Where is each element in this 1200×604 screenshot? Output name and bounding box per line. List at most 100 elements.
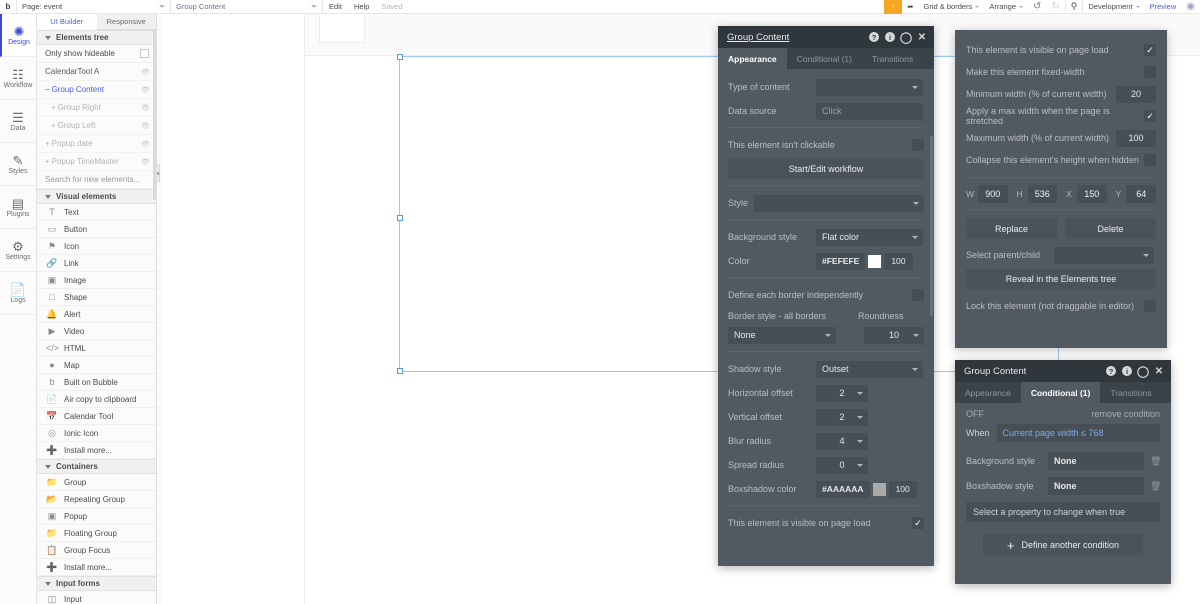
tree-item-group-content[interactable]: – Group Content 👁: [37, 81, 156, 99]
redo-icon[interactable]: ↻: [1046, 0, 1064, 14]
search-elements-input[interactable]: Search for new elements...: [37, 171, 156, 189]
replace-button[interactable]: Replace: [966, 218, 1057, 239]
comment-icon[interactable]: ◯: [1137, 366, 1149, 378]
eye-icon[interactable]: 👁: [141, 122, 150, 130]
section-visual-elements[interactable]: Visual elements: [37, 189, 156, 204]
start-edit-workflow-button[interactable]: Start/Edit workflow: [728, 159, 924, 179]
element-button[interactable]: ▭ Button: [37, 221, 156, 238]
eye-icon[interactable]: 👁: [141, 68, 150, 76]
panel-collapse-handle[interactable]: ◂: [155, 164, 160, 182]
expand-toggle-icon[interactable]: +: [51, 103, 56, 112]
reveal-in-elements-tree-button[interactable]: Reveal in the Elements tree: [966, 269, 1156, 289]
appearance-property-panel[interactable]: Group Content ? i ◯ ✕ Appearance Conditi…: [718, 26, 934, 566]
expand-toggle-icon[interactable]: +: [51, 121, 56, 130]
element-map[interactable]: ● Map: [37, 357, 156, 374]
rail-item-settings[interactable]: ⚙ Settings: [0, 229, 36, 272]
preview-button[interactable]: Preview: [1145, 0, 1182, 14]
element-repeating-group[interactable]: 📂 Repeating Group: [37, 491, 156, 508]
element-ionic-icon[interactable]: ◎ Ionic Icon: [37, 425, 156, 442]
element-selector[interactable]: Group Content: [171, 0, 323, 14]
account-icon[interactable]: ◉: [1181, 0, 1200, 14]
help-icon[interactable]: ?: [869, 32, 879, 42]
collapse-toggle-icon[interactable]: –: [45, 85, 49, 94]
cursor-icon[interactable]: ➦: [902, 0, 918, 14]
conditional-property-panel[interactable]: Group Content ? i ◯ ✕ Appearance Conditi…: [955, 360, 1171, 584]
element-link[interactable]: 🔗 Link: [37, 255, 156, 272]
data-source-field[interactable]: Click: [816, 102, 923, 120]
section-input-forms[interactable]: Input forms: [37, 576, 156, 591]
section-elements-tree[interactable]: Elements tree: [37, 30, 156, 45]
resize-handle-middle-left[interactable]: [397, 215, 403, 221]
only-show-hideable-checkbox[interactable]: [140, 49, 149, 58]
bubble-logo-icon[interactable]: b: [0, 0, 16, 14]
search-icon[interactable]: ⚲: [1066, 0, 1083, 14]
element-built-on-bubble[interactable]: b Built on Bubble: [37, 374, 156, 391]
select-property-dropdown[interactable]: Select a property to change when true: [966, 502, 1160, 522]
height-input[interactable]: 536: [1027, 185, 1058, 203]
expand-toggle-icon[interactable]: +: [45, 157, 50, 166]
menu-help[interactable]: Help: [348, 0, 375, 14]
element-image[interactable]: ▣ Image: [37, 272, 156, 289]
x-input[interactable]: 150: [1077, 185, 1107, 203]
element-install-more-visual[interactable]: ➕ Install more...: [37, 442, 156, 459]
rail-item-styles[interactable]: ✎ Styles: [0, 143, 36, 186]
tree-item-group-left[interactable]: + Group Left 👁: [37, 117, 156, 135]
props-min-width-input[interactable]: 20: [1116, 85, 1156, 103]
type-of-content-dropdown[interactable]: [816, 78, 923, 96]
roundness-dropdown[interactable]: 10: [864, 326, 924, 344]
tree-item-group-right[interactable]: + Group Right 👁: [37, 99, 156, 117]
when-expression-field[interactable]: Current page width ≤ 768: [996, 424, 1160, 442]
tab-responsive[interactable]: Responsive: [96, 14, 156, 30]
element-popup[interactable]: ▣ Popup: [37, 508, 156, 525]
tree-item-popup-date[interactable]: + Popup date 👁: [37, 135, 156, 153]
undo-icon[interactable]: ↺: [1028, 0, 1046, 14]
color-hex-value[interactable]: #FEFEFE: [816, 252, 866, 270]
visible-on-page-load-checkbox[interactable]: ✓: [912, 517, 924, 529]
boxshadow-opacity-value[interactable]: 100: [888, 480, 917, 498]
help-icon[interactable]: ?: [1106, 366, 1116, 376]
delete-background-style-icon[interactable]: 🗑: [1150, 456, 1161, 467]
boxshadow-color-swatch[interactable]: [872, 482, 886, 496]
tree-item-popup-timemaster[interactable]: + Popup TimeMaster 👁: [37, 153, 156, 171]
element-input[interactable]: ◫ Input: [37, 591, 156, 604]
cond-boxshadow-style-dropdown[interactable]: None: [1048, 477, 1144, 495]
upgrade-button[interactable]: ↑: [884, 0, 903, 14]
define-another-condition-button[interactable]: + Define another condition: [983, 534, 1143, 556]
color-opacity-value[interactable]: 100: [884, 252, 913, 270]
blur-radius-dropdown[interactable]: 4: [816, 432, 868, 450]
background-style-dropdown[interactable]: Flat color: [816, 228, 923, 246]
color-field[interactable]: #FEFEFE 100: [816, 252, 913, 270]
define-each-border-checkbox[interactable]: [912, 289, 924, 301]
y-input[interactable]: 64: [1126, 185, 1156, 203]
rail-item-plugins[interactable]: ▤ Plugins: [0, 186, 36, 229]
color-swatch[interactable]: [868, 254, 882, 268]
eye-icon[interactable]: 👁: [141, 104, 150, 112]
eye-icon[interactable]: 👁: [141, 158, 150, 166]
not-clickable-checkbox[interactable]: [912, 139, 924, 151]
element-shape[interactable]: □ Shape: [37, 289, 156, 306]
horizontal-offset-dropdown[interactable]: 2: [816, 384, 868, 402]
element-group-focus[interactable]: 📋 Group Focus: [37, 542, 156, 559]
element-alert[interactable]: 🔔 Alert: [37, 306, 156, 323]
tree-item-calendartool-a[interactable]: CalendarTool A 👁: [37, 63, 156, 81]
page-selector[interactable]: Page: event: [16, 0, 171, 14]
branch-selector[interactable]: Development: [1083, 0, 1144, 14]
shadow-style-dropdown[interactable]: Outset: [816, 360, 923, 378]
element-text[interactable]: T Text: [37, 204, 156, 221]
panel-header[interactable]: Group Content ? i ◯ ✕: [718, 26, 934, 48]
props-collapse-height-checkbox[interactable]: [1144, 154, 1156, 166]
resize-handle-bottom-left[interactable]: [397, 368, 403, 374]
element-html[interactable]: </> HTML: [37, 340, 156, 357]
spread-radius-dropdown[interactable]: 0: [816, 456, 868, 474]
props-max-width-input[interactable]: 100: [1116, 129, 1156, 147]
arrange-menu[interactable]: Arrange: [984, 0, 1028, 14]
remove-condition-link[interactable]: remove condition: [1091, 409, 1160, 419]
tab-appearance[interactable]: Appearance: [955, 382, 1021, 403]
tab-appearance[interactable]: Appearance: [718, 48, 787, 69]
border-style-dropdown[interactable]: None: [728, 326, 836, 344]
close-icon[interactable]: ✕: [1154, 366, 1164, 377]
canvas-header-element[interactable]: [319, 14, 365, 43]
menu-edit[interactable]: Edit: [323, 0, 348, 14]
rail-item-workflow[interactable]: ☷ Workflow: [0, 57, 36, 100]
eye-icon[interactable]: 👁: [141, 140, 150, 148]
